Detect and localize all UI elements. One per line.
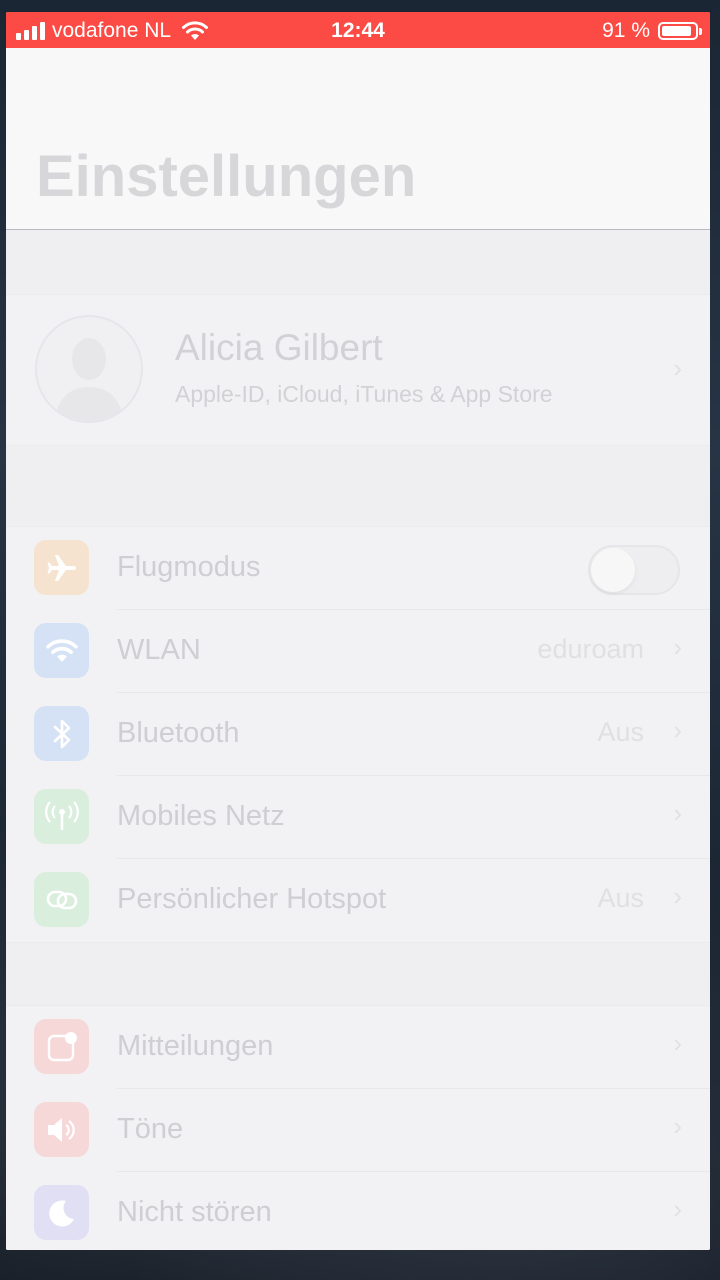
notifications-icon [34,1019,89,1074]
row-label: Flugmodus [117,551,261,583]
apple-id-profile-row[interactable]: Alicia Gilbert Apple-ID, iCloud, iTunes … [6,294,710,446]
row-label: Mobiles Netz [117,800,285,832]
row-value: Aus [597,717,644,747]
status-bar: vodafone NL 12:44 91 % [6,12,710,48]
row-label: Persönlicher Hotspot [117,883,387,915]
chevron-right-icon: › [673,1194,682,1224]
row-mobiles-netz[interactable]: Mobiles Netz › [6,776,710,859]
row-value: Aus [597,883,644,913]
row-label: Nicht stören [117,1196,272,1228]
battery-level-fill [662,26,692,36]
settings-list: Alicia Gilbert Apple-ID, iCloud, iTunes … [6,230,710,1250]
flugmodus-toggle[interactable] [588,545,680,595]
row-wlan[interactable]: WLAN eduroam › [6,610,710,693]
row-bluetooth[interactable]: Bluetooth Aus › [6,693,710,776]
navigation-header: Einstellungen [6,48,710,230]
airplane-icon [34,540,89,595]
row-flugmodus[interactable]: Flugmodus [6,527,710,610]
chevron-right-icon: › [673,1028,682,1058]
chevron-right-icon: › [673,353,682,383]
chevron-right-icon: › [673,881,682,911]
wifi-icon [34,623,89,678]
row-label: Töne [117,1113,184,1145]
antenna-icon [34,789,89,844]
moon-icon [34,1185,89,1240]
battery-icon [658,22,702,40]
avatar [35,315,143,423]
row-label: WLAN [117,634,201,666]
row-label: Bluetooth [117,717,240,749]
row-toene[interactable]: Töne › [6,1089,710,1172]
person-silhouette-icon [55,338,123,421]
notifications-group: Mitteilungen › Töne › Nicht stören › [6,1005,710,1250]
speaker-icon [34,1102,89,1157]
status-right: 91 % [602,19,702,43]
connectivity-group: Flugmodus WLAN eduroam › Bluetooth Aus ›… [6,526,710,943]
hotspot-icon [34,872,89,927]
chevron-right-icon: › [673,632,682,662]
settings-app-window: vodafone NL 12:44 91 % Einstellungen Ali… [6,12,710,1250]
chevron-right-icon: › [673,798,682,828]
row-label: Mitteilungen [117,1030,274,1062]
profile-name: Alicia Gilbert [175,327,383,368]
row-hotspot[interactable]: Persönlicher Hotspot Aus › [6,859,710,942]
bluetooth-icon [34,706,89,761]
chevron-right-icon: › [673,715,682,745]
chevron-right-icon: › [673,1111,682,1141]
row-value: eduroam [537,634,644,664]
row-mitteilungen[interactable]: Mitteilungen › [6,1006,710,1089]
battery-percentage: 91 % [602,19,650,42]
profile-subtitle: Apple-ID, iCloud, iTunes & App Store [175,381,553,407]
row-nicht-stoeren[interactable]: Nicht stören › [6,1172,710,1250]
page-title: Einstellungen [36,144,417,209]
